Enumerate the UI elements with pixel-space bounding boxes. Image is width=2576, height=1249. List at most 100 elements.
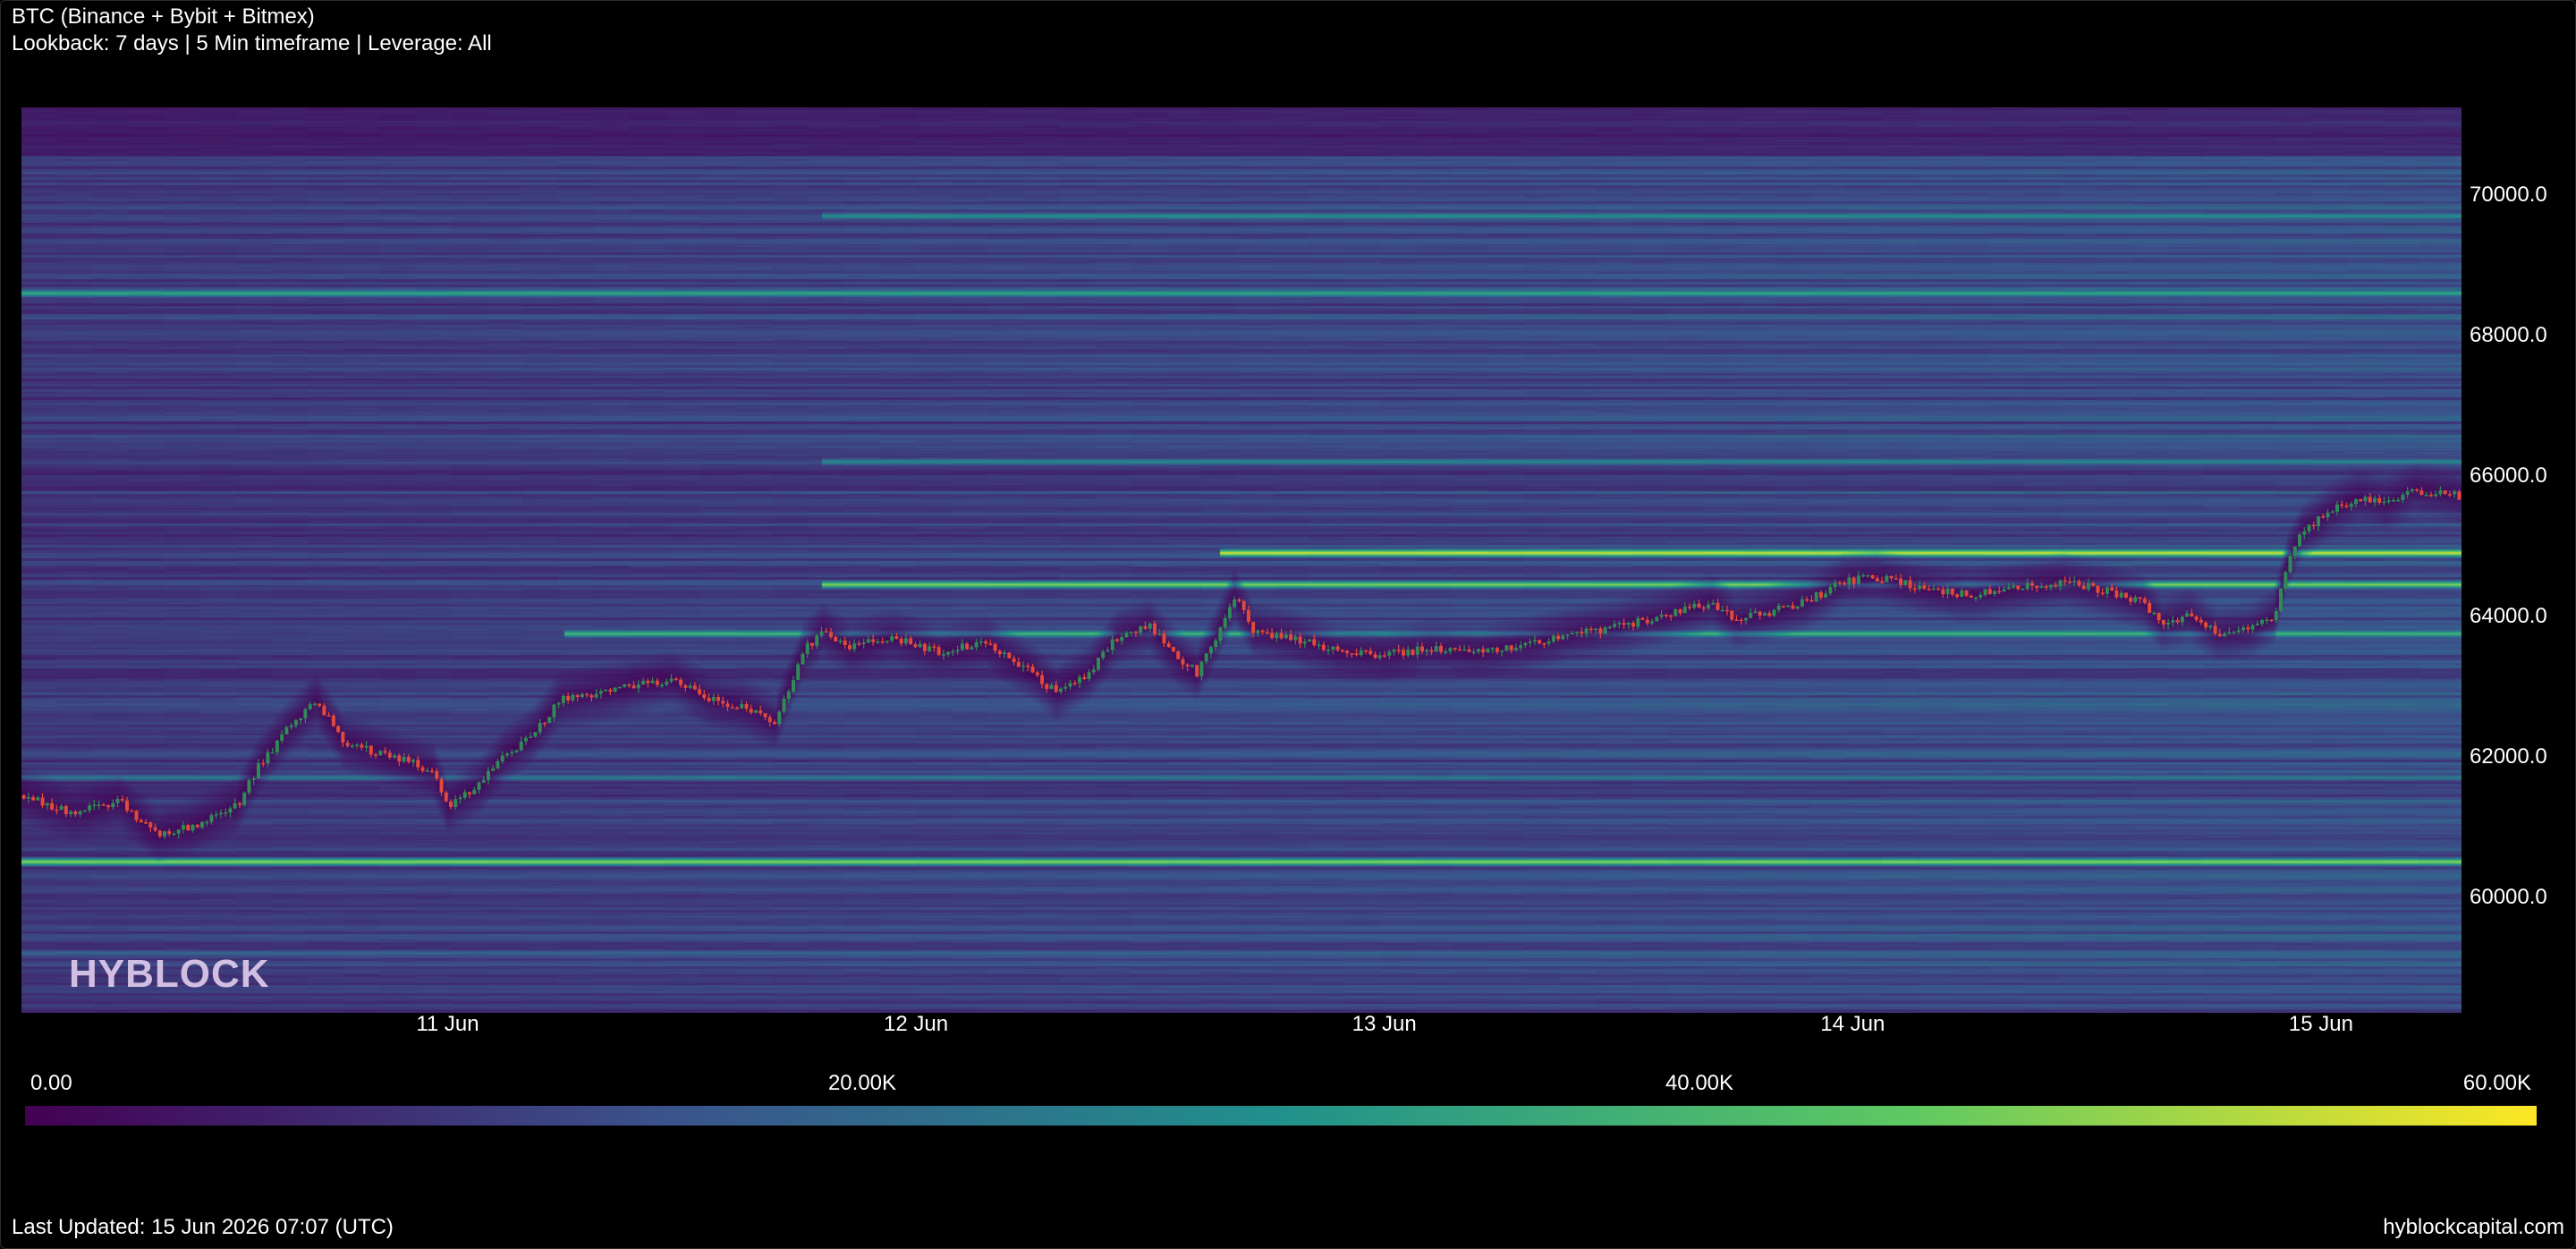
candle-body <box>2133 597 2138 602</box>
candle-body <box>951 651 955 653</box>
candle-body <box>2250 625 2255 630</box>
candle-body <box>1133 632 1138 633</box>
candle-body <box>2284 572 2288 589</box>
candle-body <box>1359 650 1363 656</box>
candle-body <box>237 803 242 805</box>
candle-body <box>2190 613 2194 617</box>
candle-body <box>233 803 237 809</box>
candle-body <box>1246 609 1250 623</box>
candle-body <box>2428 495 2433 497</box>
candle-body <box>1350 653 1354 655</box>
candle-body <box>1293 636 1298 641</box>
candle-body <box>1223 617 1227 628</box>
candle-body <box>1636 617 1640 627</box>
candle-body <box>510 752 514 754</box>
hyblock-watermark: HYBLOCK <box>69 952 270 996</box>
candle-body <box>847 645 852 650</box>
candle-body <box>293 719 298 726</box>
candle-body <box>2119 592 2123 598</box>
candle-body <box>1523 642 1528 646</box>
candle-body <box>1912 588 1917 590</box>
candle-body <box>1429 650 1434 652</box>
candle-body <box>1993 591 1997 595</box>
candle-body <box>1335 646 1340 650</box>
candle-body <box>40 797 45 806</box>
candle-body <box>186 825 191 831</box>
candle-body <box>838 640 843 642</box>
candle-body <box>416 760 420 768</box>
candle-body <box>1364 650 1368 652</box>
candle-body <box>571 694 575 701</box>
candle-body <box>650 680 655 684</box>
candle-body <box>1847 577 1852 585</box>
candle-body <box>1340 650 1344 652</box>
candle-body <box>322 705 326 716</box>
candle-body <box>1814 591 1818 602</box>
candle-body <box>341 732 345 743</box>
candle-body <box>2063 580 2067 582</box>
candle-body <box>1753 611 1758 614</box>
candle-body <box>2255 624 2259 626</box>
candle-body <box>167 831 172 835</box>
candle-body <box>2025 582 2029 590</box>
candle-body <box>2039 586 2044 588</box>
candle-body <box>1026 665 1030 667</box>
candle-body <box>336 726 341 733</box>
y-tick-label: 68000.0 <box>2470 322 2547 347</box>
candle-body <box>1139 625 1143 633</box>
candle-body <box>894 636 899 639</box>
candle-body <box>646 680 650 684</box>
candle-body <box>1589 628 1593 631</box>
site-link[interactable]: hyblockcapital.com <box>2383 1214 2564 1241</box>
candle-body <box>439 778 444 793</box>
candle-body <box>214 813 218 816</box>
candle-body <box>749 709 753 713</box>
candle-body <box>383 751 387 753</box>
candle-body <box>1613 624 1617 627</box>
candle-body <box>397 755 402 762</box>
candle-body <box>101 804 106 806</box>
candle-body <box>2396 499 2401 502</box>
candle-body <box>2334 504 2339 512</box>
candle-body <box>955 650 960 652</box>
candle-body <box>2265 619 2269 622</box>
candle-body <box>2372 497 2377 503</box>
candle-body <box>411 760 416 762</box>
candle-body <box>1908 580 1912 589</box>
candle-body <box>472 789 477 794</box>
candle-body <box>2340 504 2344 506</box>
candle-body <box>1227 607 1232 618</box>
candle-body <box>115 799 120 803</box>
candle-body <box>1532 640 1537 642</box>
candle-body <box>393 755 397 758</box>
candle-body <box>744 703 749 709</box>
candle-body <box>805 642 809 654</box>
candle-body <box>2091 582 2096 586</box>
candle-body <box>1275 633 1279 638</box>
candle-body <box>1040 675 1045 684</box>
candle-body <box>928 646 932 651</box>
candle-body <box>828 632 833 637</box>
candle-body <box>2457 491 2462 500</box>
candle-body <box>683 684 688 688</box>
candle-body <box>120 799 124 801</box>
candle-body <box>195 824 199 828</box>
candle-body <box>1743 617 1748 621</box>
candle-body <box>97 804 101 806</box>
candle-body <box>453 799 458 807</box>
candle-body <box>2185 613 2190 617</box>
candle-body <box>1880 581 1885 583</box>
candle-body <box>1383 655 1387 657</box>
candle-body <box>1392 650 1396 652</box>
candle-body <box>224 812 228 814</box>
candle-body <box>2072 581 2077 582</box>
candle-body <box>585 693 589 696</box>
candle-body <box>199 821 204 828</box>
candle-body <box>866 639 870 643</box>
candle-body <box>702 693 707 698</box>
candle-body <box>2311 524 2316 527</box>
candle-body <box>1974 597 1979 599</box>
candle-body <box>1068 683 1072 687</box>
candle-body <box>627 684 631 686</box>
candle-body <box>1007 652 1012 658</box>
